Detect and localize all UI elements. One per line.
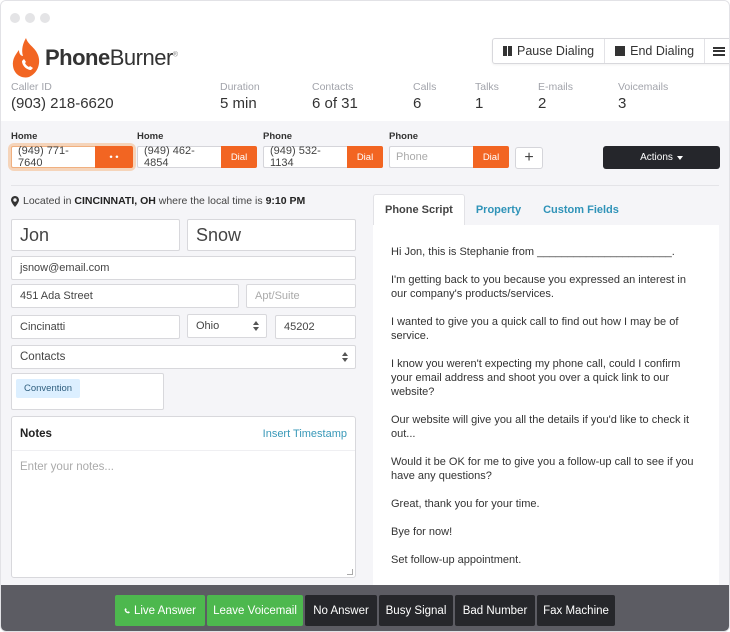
caret-down-icon <box>676 155 683 160</box>
script-line: Great, thank you for your time. <box>391 498 540 510</box>
tab-phone-script[interactable]: Phone Script <box>373 194 465 225</box>
script-line: I'm getting back to you because you expr… <box>391 274 686 300</box>
logo-light: Burner <box>109 45 174 70</box>
fax-machine-button[interactable]: Fax Machine <box>537 595 615 626</box>
city-input[interactable]: Cincinatti <box>11 315 180 339</box>
add-phone-button[interactable]: + <box>515 147 543 169</box>
tags-input[interactable]: Convention <box>11 373 164 410</box>
notes-title: Notes <box>20 427 52 440</box>
dialing-indicator-button[interactable]: • • <box>95 146 133 168</box>
window-maximize-button[interactable] <box>40 13 50 23</box>
zip-input[interactable]: 45202 <box>275 315 356 339</box>
app-window: PhoneBurner® Caller ID (903) 218-6620 Du… <box>0 0 730 632</box>
phone-entry: Phone (949) 532-1134 Dial <box>263 131 383 169</box>
dial-button[interactable]: Dial <box>473 146 509 168</box>
notes-panel: Notes Insert Timestamp Enter your notes.… <box>11 416 356 578</box>
email-input[interactable]: jsnow@email.com <box>11 256 356 280</box>
dial-button[interactable]: Dial <box>221 146 257 168</box>
tab-custom-fields[interactable]: Custom Fields <box>532 194 630 225</box>
phone-input[interactable]: Phone <box>389 146 473 168</box>
stat-talks: Talks 1 <box>475 81 499 112</box>
live-answer-button[interactable]: Live Answer <box>115 595 205 626</box>
state-select[interactable]: Ohio <box>187 314 267 338</box>
phone-entry: Home (949) 771-7640 • • <box>11 131 133 169</box>
stat-contacts: Contacts 6 of 31 <box>312 81 358 112</box>
stop-icon <box>615 46 626 56</box>
phone-script-content: Hi Jon, this is Stephanie from _________… <box>373 225 719 587</box>
script-line: I know you weren't expecting my phone ca… <box>391 358 681 398</box>
list-icon <box>713 46 726 56</box>
dial-button[interactable]: Dial <box>347 146 383 168</box>
phoneburner-logo: PhoneBurner® <box>11 36 178 80</box>
script-line: Set follow-up appointment. <box>391 554 522 566</box>
select-arrows-icon <box>342 352 348 362</box>
stat-emails: E-mails 2 <box>538 81 574 112</box>
phone-input[interactable]: (949) 771-7640 <box>11 145 95 169</box>
actions-dropdown-button[interactable]: Actions <box>603 146 720 169</box>
select-arrows-icon <box>253 321 259 331</box>
folder-select[interactable]: Contacts <box>11 345 356 369</box>
phone-input[interactable]: (949) 532-1134 <box>263 145 347 169</box>
logo-bold: Phone <box>45 45 110 70</box>
header: PhoneBurner® Caller ID (903) 218-6620 Du… <box>1 33 729 121</box>
map-pin-icon <box>11 195 19 207</box>
end-dialing-button[interactable]: End Dialing <box>605 39 706 63</box>
tag-convention[interactable]: Convention <box>16 379 81 398</box>
stat-duration: Duration 5 min <box>220 81 260 112</box>
bad-number-button[interactable]: Bad Number <box>455 595 535 626</box>
phone-entry: Phone Phone Dial <box>389 131 509 168</box>
phone-numbers-bar: Home (949) 771-7640 • • Home (949) 462-4… <box>1 121 729 187</box>
stat-calls: Calls 6 <box>413 81 437 112</box>
phone-input[interactable]: (949) 462-4854 <box>137 145 221 169</box>
divider <box>11 185 719 186</box>
no-answer-button[interactable]: No Answer <box>305 595 377 626</box>
dialing-controls: Pause Dialing End Dialing <box>492 38 729 64</box>
script-line: Bye for now! <box>391 526 453 538</box>
last-name-input[interactable]: Snow <box>187 219 356 251</box>
resize-handle[interactable] <box>347 569 353 575</box>
address-input[interactable]: 451 Ada Street <box>11 284 239 308</box>
phone-icon <box>124 607 130 613</box>
insert-timestamp-link[interactable]: Insert Timestamp <box>263 428 347 440</box>
notes-textarea[interactable]: Enter your notes... <box>12 451 355 483</box>
pause-icon <box>503 46 513 56</box>
window-close-button[interactable] <box>10 13 20 23</box>
disposition-bar: Live Answer Leave Voicemail No Answer Bu… <box>1 585 729 631</box>
stat-voicemails: Voicemails 3 <box>618 81 669 112</box>
tab-property[interactable]: Property <box>465 194 532 225</box>
script-line: Would it be OK for me to give you a foll… <box>391 456 694 482</box>
location-info: Located in CINCINNATI, OH where the loca… <box>11 195 305 207</box>
caller-id: Caller ID (903) 218-6620 <box>11 81 114 112</box>
flame-phone-icon <box>12 38 40 78</box>
busy-signal-button[interactable]: Busy Signal <box>379 595 453 626</box>
title-bar <box>1 1 729 33</box>
leave-voicemail-button[interactable]: Leave Voicemail <box>207 595 303 626</box>
menu-dropdown-button[interactable] <box>705 39 729 63</box>
apt-suite-input[interactable]: Apt/Suite <box>246 284 356 308</box>
first-name-input[interactable]: Jon <box>11 219 180 251</box>
script-line: I wanted to give you a quick call to fin… <box>391 316 679 342</box>
script-line: Our website will give you all the detail… <box>391 414 690 440</box>
pause-dialing-button[interactable]: Pause Dialing <box>493 39 606 63</box>
phone-entry: Home (949) 462-4854 Dial <box>137 131 257 169</box>
window-minimize-button[interactable] <box>25 13 35 23</box>
script-line: Hi Jon, this is Stephanie from _________… <box>391 246 675 258</box>
tabs: Phone Script Property Custom Fields <box>373 194 630 225</box>
